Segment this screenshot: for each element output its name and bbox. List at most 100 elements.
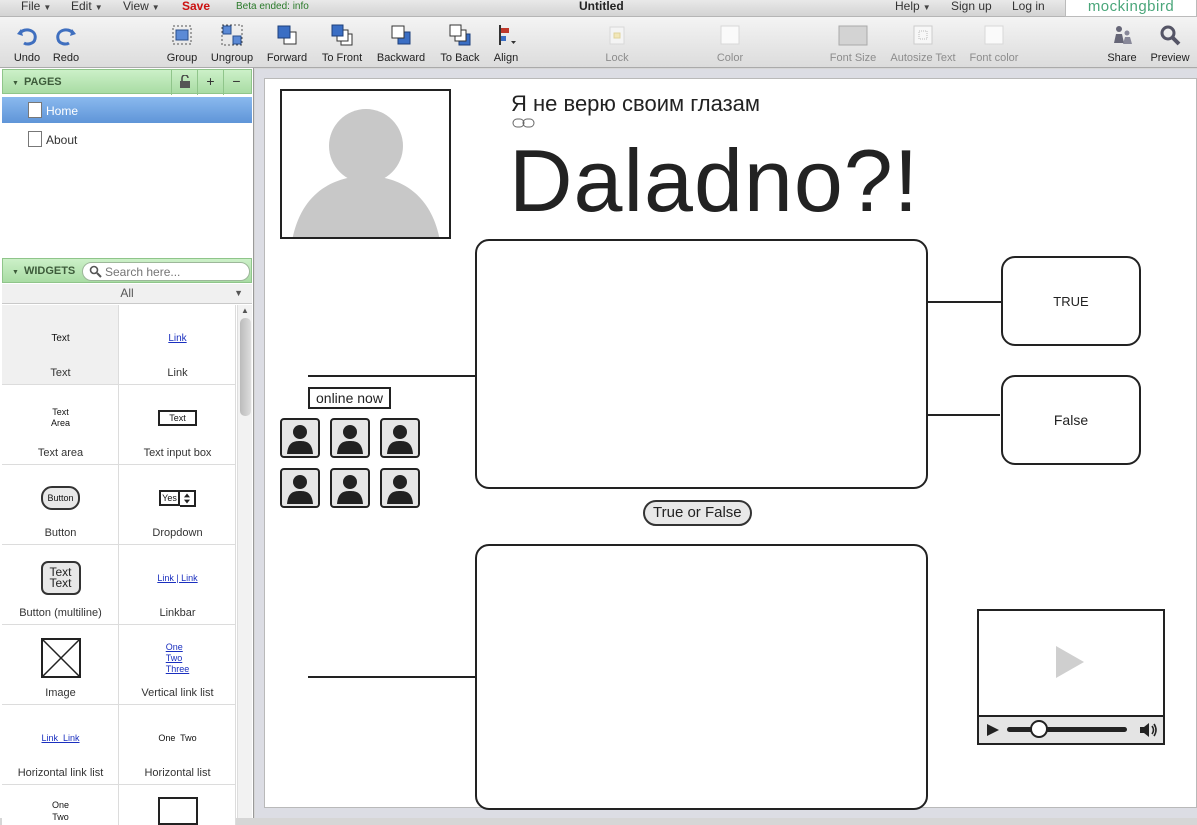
page-item-home[interactable]: Home — [2, 97, 252, 123]
widget-label: Horizontal list — [144, 767, 211, 779]
true-box[interactable]: TRUE — [1001, 256, 1141, 346]
file-menu[interactable]: File ▼ — [21, 0, 51, 14]
widget-label: Horizontal link list — [17, 767, 104, 779]
autosize-text-button[interactable]: Autosize Text — [890, 17, 956, 68]
user-avatar[interactable] — [330, 418, 370, 458]
widgets-header[interactable]: ▼ WIDGETS — [2, 258, 252, 283]
widget-scrollbar[interactable]: ▲ — [237, 305, 252, 818]
true-label: TRUE — [1053, 293, 1089, 309]
user-icon — [387, 425, 413, 454]
edit-menu[interactable]: Edit ▼ — [71, 0, 103, 14]
chevron-down-icon: ▼ — [234, 288, 243, 298]
redo-button[interactable]: Redo — [52, 17, 80, 68]
widget-horizontal-link-list[interactable]: Link Link Horizontal link list — [2, 705, 119, 785]
to-back-button[interactable]: To Back — [440, 17, 480, 68]
lock-button[interactable]: Lock — [601, 17, 633, 68]
widget-box[interactable] — [119, 785, 236, 825]
widget-dropdown-preview: Yes — [159, 490, 180, 506]
page-item-about[interactable]: About — [2, 126, 252, 152]
connector-left-top — [308, 375, 476, 377]
mockup-canvas[interactable]: Я не верю своим глазам Daladno?! TRUE Fa… — [264, 78, 1197, 810]
align-label: Align — [493, 52, 519, 64]
subtitle-heading[interactable]: Я не верю своим глазам — [511, 91, 760, 117]
widget-horizontal-list[interactable]: One Two Horizontal list — [119, 705, 236, 785]
share-button[interactable]: Share — [1106, 17, 1138, 68]
beta-info-link[interactable]: Beta ended: info — [236, 1, 309, 13]
remove-page-button[interactable]: − — [223, 70, 249, 95]
widget-link[interactable]: Link Link — [119, 305, 236, 385]
widget-linkbar[interactable]: Link | Link Linkbar — [119, 545, 236, 625]
scrollbar-thumb[interactable] — [240, 318, 251, 416]
widget-search[interactable] — [82, 262, 250, 281]
group-label: Group — [166, 52, 198, 64]
page-lock-button[interactable] — [171, 70, 197, 95]
widget-vertical-link-list[interactable]: One Two Three Vertical link list — [119, 625, 236, 705]
content-box-bottom[interactable] — [475, 544, 928, 810]
user-avatar[interactable] — [280, 468, 320, 508]
false-box[interactable]: False — [1001, 375, 1141, 465]
color-button[interactable]: Color — [713, 17, 747, 68]
widget-dropdown[interactable]: Yes Dropdown — [119, 465, 236, 545]
preview-button[interactable]: Preview — [1150, 17, 1190, 68]
undo-icon — [17, 28, 37, 46]
signup-link[interactable]: Sign up — [951, 0, 992, 12]
share-icon — [1114, 26, 1132, 44]
forward-icon — [277, 25, 297, 45]
save-button[interactable]: Save — [182, 0, 210, 12]
brand-logo[interactable]: mockingbird — [1065, 0, 1197, 17]
content-box-top[interactable] — [475, 239, 928, 489]
user-avatar[interactable] — [330, 468, 370, 508]
undo-label: Undo — [13, 52, 41, 64]
backward-label: Backward — [376, 52, 426, 64]
widget-vertical-list-preview: One Two — [51, 800, 69, 822]
widget-button[interactable]: Button Button — [2, 465, 119, 545]
align-icon — [499, 25, 516, 45]
widget-label: Button — [44, 527, 77, 539]
add-page-button[interactable]: + — [197, 70, 223, 95]
login-link[interactable]: Log in — [1012, 0, 1045, 12]
headline-text[interactable]: Daladno?! — [509, 131, 919, 231]
pages-header[interactable]: ▼ PAGES + − — [2, 69, 252, 95]
widget-text[interactable]: Text Text — [2, 305, 119, 385]
video-player[interactable] — [977, 609, 1165, 745]
user-avatar[interactable] — [380, 468, 420, 508]
help-menu[interactable]: Help ▼ — [895, 0, 931, 14]
to-front-button[interactable]: To Front — [322, 17, 362, 68]
group-icon — [172, 25, 192, 45]
font-color-button[interactable]: Font color — [970, 17, 1018, 68]
profile-image-placeholder[interactable] — [280, 89, 451, 239]
widget-label: Text area — [37, 447, 84, 459]
group-button[interactable]: Group — [167, 17, 197, 68]
align-button[interactable]: Align — [493, 17, 519, 68]
widget-label: Dropdown — [152, 527, 203, 539]
ungroup-button[interactable]: Ungroup — [211, 17, 253, 68]
widget-vertical-list[interactable]: One Two — [2, 785, 119, 825]
volume-icon[interactable] — [1139, 722, 1159, 738]
widget-text-area[interactable]: Text Area Text area — [2, 385, 119, 465]
search-icon — [89, 265, 102, 278]
video-seek-handle[interactable] — [1030, 720, 1048, 738]
font-size-button[interactable]: Font Size — [830, 17, 876, 68]
edit-menu-label: Edit — [71, 0, 92, 13]
scroll-up-icon[interactable]: ▲ — [241, 306, 249, 315]
widget-filter-value: All — [120, 286, 134, 300]
user-avatar[interactable] — [380, 418, 420, 458]
widget-filter-dropdown[interactable]: All ▼ — [2, 284, 252, 304]
backward-button[interactable]: Backward — [377, 17, 425, 68]
video-seek-bar[interactable] — [1007, 727, 1127, 732]
view-menu[interactable]: View ▼ — [123, 0, 160, 14]
widget-button-multiline[interactable]: Text Text Button (multiline) — [2, 545, 119, 625]
widget-text-input-box[interactable]: Text Text input box — [119, 385, 236, 465]
undo-button[interactable]: Undo — [13, 17, 41, 68]
online-now-label[interactable]: online now — [308, 387, 391, 409]
true-or-false-button[interactable]: True or False — [643, 500, 752, 526]
play-large-icon[interactable] — [1052, 644, 1088, 680]
person-silhouette-icon — [292, 109, 440, 237]
widget-search-input[interactable] — [105, 265, 245, 279]
forward-button[interactable]: Forward — [267, 17, 307, 68]
play-icon[interactable] — [986, 723, 1000, 737]
to-front-icon — [331, 24, 353, 46]
user-avatar[interactable] — [280, 418, 320, 458]
toolbar: Undo Redo Group Ungroup Forward To Front… — [0, 17, 1197, 68]
widget-image[interactable]: Image — [2, 625, 119, 705]
